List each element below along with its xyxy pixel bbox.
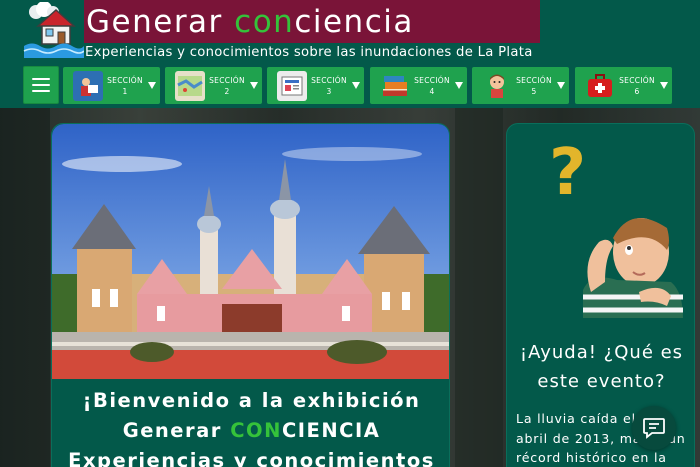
- site-subtitle: Experiencias y conocimientos sobre las i…: [85, 45, 533, 60]
- title-part2: ciencia: [294, 4, 414, 40]
- nav-item-section-2[interactable]: SECCIÓN 2: [165, 67, 262, 104]
- menu-line: [32, 78, 50, 80]
- chat-button[interactable]: [632, 406, 676, 450]
- chevron-down-icon: [148, 82, 156, 89]
- chevron-down-icon: [660, 82, 668, 89]
- background-scene: [0, 108, 50, 467]
- help-text-line3: récord histórico en la: [516, 450, 667, 465]
- nav-label-line2: 2: [224, 86, 230, 96]
- background-scene-right: [455, 108, 503, 467]
- chevron-down-icon: [352, 82, 360, 89]
- nav-label-line1: SECCIÓN: [209, 75, 245, 85]
- hamburger-menu-button[interactable]: [23, 66, 59, 104]
- newspaper-icon: [277, 70, 307, 101]
- title-accent: con: [234, 4, 295, 40]
- books-icon: [380, 71, 410, 101]
- menu-line: [32, 84, 50, 86]
- welcome-line1: ¡Bienvenido a la exhibición: [82, 389, 421, 412]
- svg-text:?: ?: [549, 136, 586, 210]
- welcome-line2-accent: CON: [230, 419, 282, 442]
- main-nav: SECCIÓN 1 SECCIÓN 2 SECCIÓN 3 SECCIÓN 4 …: [0, 66, 700, 106]
- welcome-line2-b: CIENCIA: [281, 419, 381, 442]
- nav-label: SECCIÓN 1: [106, 75, 144, 97]
- site-header: Generar conciencia Experiencias y conoci…: [0, 0, 700, 108]
- nav-label: SECCIÓN 2: [208, 75, 246, 97]
- nav-item-section-5[interactable]: SECCIÓN 5: [472, 67, 569, 104]
- person-reading-icon: [73, 70, 103, 101]
- nav-label-line1: SECCIÓN: [619, 75, 655, 85]
- welcome-line2-a: Generar: [122, 419, 231, 442]
- child-icon: [482, 71, 512, 101]
- nav-label-line2: 4: [429, 86, 435, 96]
- chevron-down-icon: [455, 82, 463, 89]
- help-title-line2: este evento?: [537, 371, 666, 392]
- nav-label-line2: 1: [122, 86, 128, 96]
- menu-line: [32, 90, 50, 92]
- thinking-child-illustration: ?: [521, 132, 683, 318]
- nav-item-section-4[interactable]: SECCIÓN 4: [370, 67, 467, 104]
- nav-label: SECCIÓN 5: [515, 75, 553, 97]
- help-title: ¡Ayuda! ¿Qué es este evento?: [507, 338, 694, 396]
- nav-label-line2: 5: [531, 86, 537, 96]
- chevron-down-icon: [557, 82, 565, 89]
- welcome-line3: Experiencias y conocimientos: [68, 449, 435, 467]
- nav-label-line1: SECCIÓN: [516, 75, 552, 85]
- site-title[interactable]: Generar conciencia: [86, 2, 414, 42]
- nav-item-section-1[interactable]: SECCIÓN 1: [63, 67, 160, 104]
- nav-label: SECCIÓN 3: [310, 75, 348, 97]
- nav-item-section-3[interactable]: SECCIÓN 3: [267, 67, 364, 104]
- welcome-line2: Generar CONCIENCIA: [52, 416, 449, 446]
- nav-label-line1: SECCIÓN: [414, 75, 450, 85]
- nav-label-line2: 6: [634, 86, 640, 96]
- welcome-card: ¡Bienvenido a la exhibición Generar CONC…: [51, 123, 450, 467]
- page: Generar conciencia Experiencias y conoci…: [0, 0, 700, 467]
- first-aid-kit-icon: [585, 71, 615, 101]
- flooded-house-logo-icon[interactable]: [22, 1, 85, 58]
- help-title-line1: ¡Ayuda! ¿Qué es: [519, 342, 684, 363]
- chat-bubble-icon: [643, 418, 665, 439]
- palace-photo: [52, 124, 449, 379]
- nav-label: SECCIÓN 4: [413, 75, 451, 97]
- welcome-heading: ¡Bienvenido a la exhibición Generar CONC…: [52, 386, 449, 467]
- title-part1: Generar: [86, 4, 235, 40]
- nav-label-line1: SECCIÓN: [311, 75, 347, 85]
- nav-item-section-6[interactable]: SECCIÓN 6: [575, 67, 672, 104]
- chevron-down-icon: [250, 82, 258, 89]
- nav-label: SECCIÓN 6: [618, 75, 656, 97]
- nav-label-line2: 3: [326, 86, 332, 96]
- nav-label-line1: SECCIÓN: [107, 75, 143, 85]
- map-icon: [175, 70, 205, 101]
